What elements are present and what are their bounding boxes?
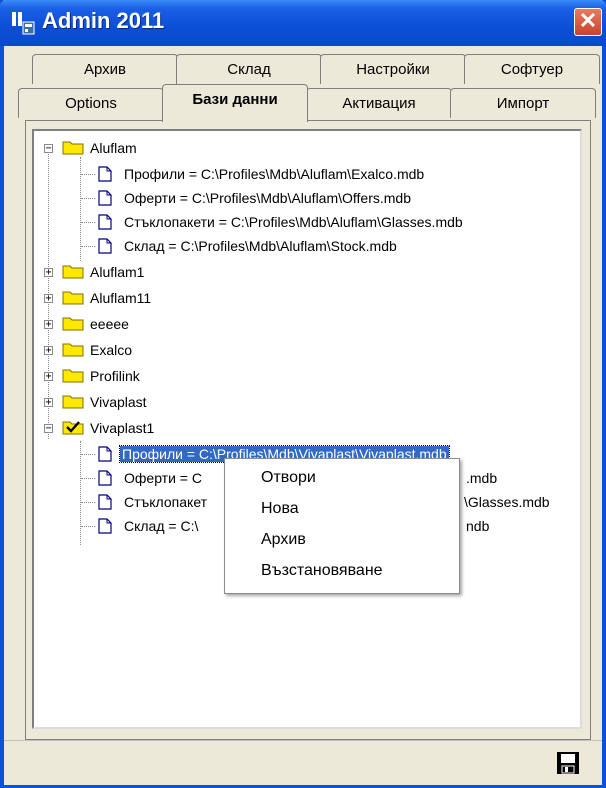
tree-node-label: Aluflam11 xyxy=(90,290,152,306)
tree-node-group[interactable]: + Aluflam11 xyxy=(34,287,554,309)
save-button[interactable] xyxy=(556,751,580,775)
expand-toggle[interactable]: + xyxy=(44,372,53,382)
tab-panel-databases: − Aluflam Профили = C:\Profiles\Mdb\Aluf… xyxy=(25,120,591,740)
menu-item-new[interactable]: Нова xyxy=(261,500,299,518)
tab-label: Импорт xyxy=(496,95,550,112)
tree-node-label: Aluflam1 xyxy=(90,264,145,280)
close-button[interactable]: ✕ xyxy=(574,8,602,36)
document-icon xyxy=(98,214,112,230)
close-icon: ✕ xyxy=(578,8,598,33)
tab-label: Бази данни xyxy=(192,91,278,108)
menu-item-restore[interactable]: Възстановяване xyxy=(261,562,383,580)
tree-node-label: Profilink xyxy=(90,368,140,384)
app-icon xyxy=(12,12,35,35)
context-menu: Отвори Нова Архив Възстановяване xyxy=(224,458,460,594)
floppy-disk-icon xyxy=(557,752,579,774)
expand-toggle[interactable]: + xyxy=(44,346,53,356)
document-icon xyxy=(98,190,112,206)
tree-connector xyxy=(81,502,95,503)
collapse-toggle[interactable]: − xyxy=(44,144,53,154)
tree-node-label: Vivaplast1 xyxy=(90,420,155,436)
bottom-toolbar xyxy=(4,740,602,785)
document-icon xyxy=(98,518,112,534)
tree-node-label: Стъклопакет xyxy=(124,494,208,510)
tree-node-label-tail: ndb xyxy=(466,518,490,534)
document-icon xyxy=(98,238,112,254)
tab-archive[interactable]: Архив xyxy=(32,54,178,84)
tree-node-label: Exalco xyxy=(90,342,133,358)
folder-icon xyxy=(62,395,84,409)
folder-icon xyxy=(62,265,84,279)
tree-node-label: Оферти = C:\Profiles\Mdb\Aluflam\Offers.… xyxy=(124,190,412,206)
tree-connector xyxy=(81,454,95,455)
document-icon xyxy=(98,446,112,462)
tree-node-database[interactable]: Профили = C:\Profiles\Mdb\Aluflam\Exalco… xyxy=(34,163,554,185)
document-icon xyxy=(98,166,112,182)
tree-connector xyxy=(81,478,95,479)
tree-node-label: Склад = C:\ xyxy=(124,518,199,534)
expand-toggle[interactable]: + xyxy=(44,268,53,278)
tree-node-group[interactable]: − Aluflam xyxy=(34,137,554,159)
tree-node-label: Aluflam xyxy=(90,140,137,156)
tab-import[interactable]: Импорт xyxy=(450,88,596,118)
folder-icon xyxy=(62,369,84,383)
tree-node-group[interactable]: + Exalco xyxy=(34,339,554,361)
tree-node-label: Профили = C:\Profiles\Mdb\Aluflam\Exalco… xyxy=(124,166,425,182)
menu-item-archive[interactable]: Архив xyxy=(261,531,306,549)
tree-node-label: Склад = C:\Profiles\Mdb\Aluflam\Stock.md… xyxy=(124,238,397,254)
tab-software[interactable]: Софтуер xyxy=(464,54,600,84)
tree-node-database[interactable]: Стъклопакети = C:\Profiles\Mdb\Aluflam\G… xyxy=(34,211,554,233)
tab-activation[interactable]: Активация xyxy=(306,88,452,118)
folder-icon xyxy=(62,343,84,357)
document-icon xyxy=(98,470,112,486)
tree-node-label-tail: \Glasses.mdb xyxy=(464,494,550,510)
tree-connector xyxy=(81,174,95,175)
expand-toggle[interactable]: + xyxy=(44,320,53,330)
expand-toggle[interactable]: + xyxy=(44,294,53,304)
tab-label: Склад xyxy=(227,61,271,78)
tab-options[interactable]: Options xyxy=(18,88,164,118)
window-title: Admin 2011 xyxy=(42,8,165,33)
folder-icon xyxy=(62,317,84,331)
tab-label: Софтуер xyxy=(500,61,564,78)
tree-connector xyxy=(81,246,95,247)
tab-label: Options xyxy=(65,95,117,112)
tab-warehouse[interactable]: Склад xyxy=(176,54,322,84)
title-bar[interactable]: Admin 2011 ✕ xyxy=(0,0,606,46)
tree-node-label: eeeee xyxy=(90,316,129,332)
tree-node-group[interactable]: + Profilink xyxy=(34,365,554,387)
collapse-toggle[interactable]: − xyxy=(44,424,53,434)
app-window: Admin 2011 ✕ Архив Склад Настройки Софту… xyxy=(0,0,606,788)
tree-node-database[interactable]: Оферти = C:\Profiles\Mdb\Aluflam\Offers.… xyxy=(34,187,554,209)
tree-connector xyxy=(81,222,95,223)
tree-node-group[interactable]: − Vivaplast1 xyxy=(34,417,554,439)
tree-node-label: Vivaplast xyxy=(90,394,147,410)
tree-node-group[interactable]: + eeeee xyxy=(34,313,554,335)
tree-connector xyxy=(81,198,95,199)
tab-label: Архив xyxy=(83,61,127,78)
tab-label: Активация xyxy=(342,95,416,112)
tree-node-label: Стъклопакети = C:\Profiles\Mdb\Aluflam\G… xyxy=(124,214,463,230)
folder-checked-icon xyxy=(62,421,84,435)
tree-node-group[interactable]: + Vivaplast xyxy=(34,391,554,413)
tab-label: Настройки xyxy=(356,61,430,78)
menu-item-open[interactable]: Отвори xyxy=(261,469,316,487)
tree-connector xyxy=(81,526,95,527)
tree-node-database[interactable]: Склад = C:\Profiles\Mdb\Aluflam\Stock.md… xyxy=(34,235,554,257)
folder-icon xyxy=(62,291,84,305)
tab-settings[interactable]: Настройки xyxy=(320,54,466,84)
tree-node-label: Оферти = C xyxy=(124,470,202,486)
tab-databases[interactable]: Бази данни xyxy=(162,84,308,122)
database-tree[interactable]: − Aluflam Профили = C:\Profiles\Mdb\Aluf… xyxy=(32,129,582,729)
tree-node-label-tail: .mdb xyxy=(466,470,498,486)
tree-node-group[interactable]: + Aluflam1 xyxy=(34,261,554,283)
document-icon xyxy=(98,494,112,510)
folder-icon xyxy=(62,141,84,155)
expand-toggle[interactable]: + xyxy=(44,398,53,408)
